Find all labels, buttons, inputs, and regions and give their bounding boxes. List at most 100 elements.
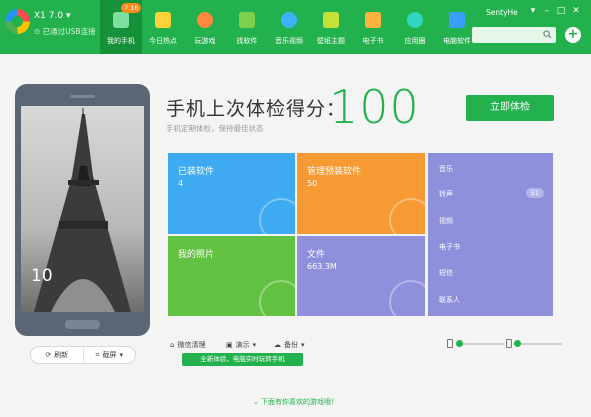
- screen-icon: ▣: [226, 341, 233, 349]
- phone-small-icon: [447, 339, 453, 348]
- tile-title: 文件: [307, 250, 326, 260]
- screenshot-button[interactable]: ⌗ 截屏 ▾: [82, 347, 136, 363]
- search-icon[interactable]: [543, 30, 552, 39]
- chevron-down-icon: ▾: [119, 351, 123, 359]
- nav-item-wallpaper[interactable]: 壁纸主题: [310, 0, 352, 54]
- windows-icon: [449, 12, 465, 28]
- main-content: 10 ⟳ 刷新 ⌗ 截屏 ▾ 手机上次体检得分： 手机定期体检，保持最佳状态 1…: [0, 54, 591, 417]
- crop-icon: ⌗: [95, 350, 100, 359]
- tile-value: 663.3M: [307, 262, 337, 271]
- list-item-ringtone[interactable]: 铃声: [439, 189, 453, 199]
- chevron-down-icon[interactable]: ▾: [66, 11, 71, 21]
- minimize-button[interactable]: –: [541, 5, 553, 17]
- size-slider-handle[interactable]: [514, 340, 521, 347]
- nav-item-app-circle[interactable]: 应用圈: [394, 0, 436, 54]
- tile-title: 我的照片: [178, 250, 215, 260]
- tile-title: 管理预装软件: [307, 167, 362, 177]
- phone-preview: 10: [15, 84, 150, 336]
- skin-icon[interactable]: ▾: [527, 5, 539, 17]
- close-button[interactable]: ✕: [570, 5, 582, 17]
- checkup-now-button[interactable]: 立即体检: [466, 95, 554, 121]
- apps-grid-icon: [259, 198, 295, 234]
- wechat-clean-button[interactable]: ⌂ 微信清理: [170, 340, 205, 350]
- gamepad-icon: [197, 12, 213, 28]
- main-nav: 7.16 我的手机 今日热点 玩游戏 找软件 音乐视频 壁纸主题 电子书 应用圈…: [100, 0, 478, 54]
- circle-icon: [407, 12, 423, 28]
- tile-files[interactable]: 文件 663.3M: [297, 236, 425, 316]
- search-input[interactable]: [472, 27, 556, 43]
- size-slider-track[interactable]: [514, 343, 562, 345]
- tile-value: 4: [178, 179, 184, 188]
- ringtone-count-badge: 51: [525, 188, 544, 198]
- footer-games-link[interactable]: ⌄ 下面有你喜欢的游戏哦！: [0, 397, 591, 407]
- double-chevron-down-icon: ⌄: [252, 398, 259, 406]
- zoom-slider-handle[interactable]: [456, 340, 463, 347]
- wechat-clean-label: 微信清理: [177, 341, 206, 349]
- nav-label: 玩游戏: [194, 37, 216, 45]
- nav-label: 找软件: [236, 37, 258, 45]
- nav-label: 电子书: [362, 37, 384, 45]
- list-item-contacts[interactable]: 联系人: [439, 295, 460, 305]
- zoom-slider-track[interactable]: [456, 343, 504, 345]
- backup-label: 备份: [284, 341, 298, 349]
- phone-home-button: [65, 320, 100, 329]
- list-item-ebook[interactable]: 电子书: [439, 242, 460, 252]
- tile-my-photos[interactable]: 我的照片: [168, 236, 295, 316]
- nav-label: 应用圈: [404, 37, 426, 45]
- username[interactable]: SentyHe: [486, 8, 518, 17]
- nav-label: 我的手机: [107, 37, 135, 45]
- nav-label: 壁纸主题: [317, 37, 345, 45]
- wallpaper-icon: [323, 12, 339, 28]
- list-item-music[interactable]: 音乐: [439, 164, 453, 174]
- star-icon: [155, 12, 171, 28]
- score-subtitle: 手机定期体检，保持最佳状态: [166, 124, 264, 133]
- tile-value: 50: [307, 179, 318, 188]
- photo-icon: [259, 280, 295, 316]
- nav-item-my-phone[interactable]: 7.16 我的手机: [100, 0, 142, 54]
- phone-actions: ⟳ 刷新 ⌗ 截屏 ▾: [30, 346, 136, 364]
- tile-preinstalled-apps[interactable]: 管理预装软件 50: [297, 153, 425, 234]
- add-button[interactable]: +: [565, 27, 581, 43]
- app-version[interactable]: X1 7.0 ▾: [34, 11, 70, 21]
- nav-item-apps[interactable]: 找软件: [226, 0, 268, 54]
- demo-button[interactable]: ▣ 演示 ▾: [226, 340, 256, 350]
- nav-item-today-hot[interactable]: 今日热点: [142, 0, 184, 54]
- cloud-icon: ☁: [274, 341, 281, 349]
- version-badge: 7.16: [121, 3, 142, 13]
- nav-item-music-video[interactable]: 音乐视频: [268, 0, 310, 54]
- list-item-video[interactable]: 视频: [439, 216, 453, 226]
- home-icon: ⌂: [170, 341, 175, 349]
- demo-label: 演示: [235, 341, 250, 349]
- phone-small-icon: [506, 339, 512, 348]
- refresh-label: 刷新: [54, 351, 69, 359]
- promo-banner[interactable]: 全新体验，电脑实时玩转手机: [182, 353, 303, 366]
- nav-item-games[interactable]: 玩游戏: [184, 0, 226, 54]
- refresh-icon: ⟳: [45, 351, 52, 359]
- nav-label: 音乐视频: [275, 37, 303, 45]
- score-value: 100: [329, 80, 420, 134]
- phone-screen[interactable]: 10: [21, 106, 144, 312]
- app-logo-icon: [5, 9, 30, 34]
- chevron-down-icon: ▾: [252, 341, 257, 349]
- list-item-sms[interactable]: 短信: [439, 268, 453, 278]
- refresh-button[interactable]: ⟳ 刷新: [31, 347, 83, 363]
- wrench-icon: [389, 198, 425, 234]
- screenshot-label: 截屏: [102, 351, 117, 359]
- media-list: 音乐 铃声 51 视频 电子书 短信 联系人: [428, 153, 553, 316]
- book-icon: [365, 12, 381, 28]
- score-title: 手机上次体检得分：: [166, 98, 347, 120]
- play-icon: [281, 12, 297, 28]
- nav-label: 今日热点: [149, 37, 177, 45]
- backup-button[interactable]: ☁ 备份 ▾: [274, 340, 305, 350]
- tile-installed-apps[interactable]: 已装软件 4: [168, 153, 295, 234]
- maximize-button[interactable]: □: [555, 5, 567, 17]
- top-bar: X1 7.0 ▾ ⊙ 已通过USB连接 7.16 我的手机 今日热点 玩游戏 找…: [0, 0, 591, 54]
- android-icon: [239, 12, 255, 28]
- chevron-down-icon: ▾: [301, 341, 305, 349]
- phone-icon: [113, 12, 129, 28]
- phone-speaker: [70, 95, 95, 98]
- folder-icon: [389, 280, 425, 316]
- footer-text: 下面有你喜欢的游戏哦！: [261, 398, 339, 406]
- nav-item-ebook[interactable]: 电子书: [352, 0, 394, 54]
- lockscreen-clock: 10: [31, 266, 53, 286]
